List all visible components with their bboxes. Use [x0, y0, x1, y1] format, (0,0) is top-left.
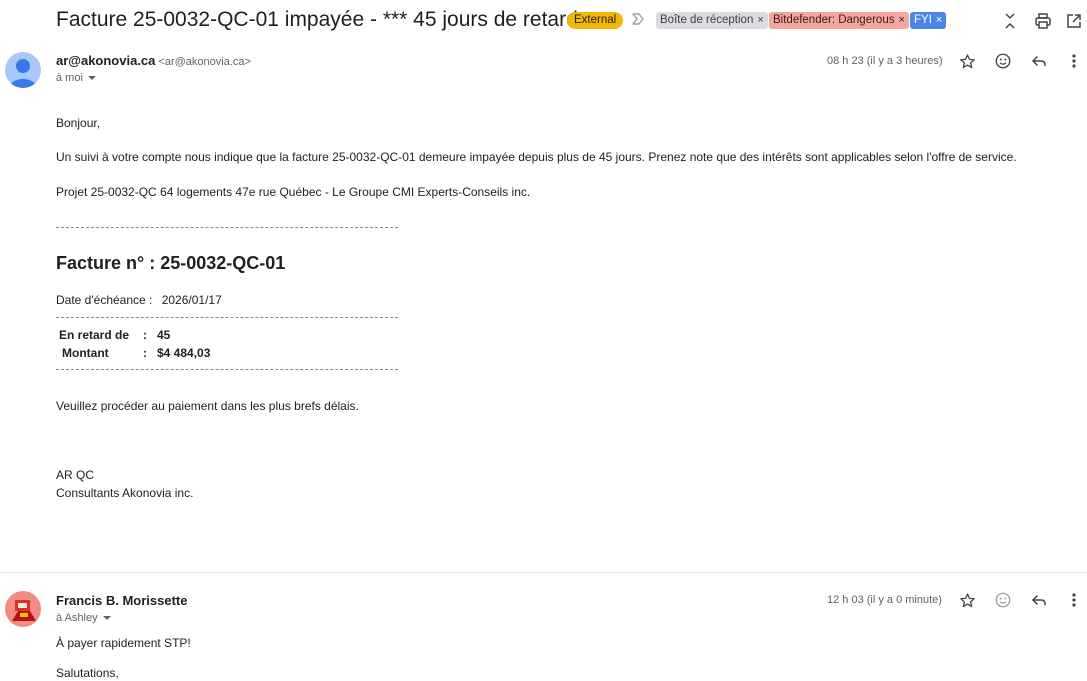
add-reaction-icon[interactable] [992, 589, 1014, 611]
paragraph-main: Un suivi à votre compte nous indique que… [56, 150, 1017, 164]
message1-recipients[interactable]: à moi [56, 72, 96, 84]
importance-marker-icon[interactable] [631, 12, 645, 31]
more-options-icon[interactable] [1063, 50, 1085, 72]
chevron-down-icon [87, 76, 96, 81]
divider-dashed [56, 317, 398, 318]
late-label: En retard de [59, 328, 130, 342]
label-inbox[interactable]: Boîte de réception × [656, 12, 768, 29]
sender-email: <ar@akonovia.ca> [158, 56, 251, 68]
amount-value: $4 484,03 [157, 346, 211, 360]
star-icon[interactable] [956, 589, 978, 611]
sender-avatar[interactable] [5, 52, 41, 88]
remove-label-bitdefender-icon[interactable]: × [898, 14, 904, 26]
greeting: Bonjour, [56, 116, 101, 130]
reply-line-2: Salutations, [56, 666, 119, 680]
label-external: External [567, 12, 624, 29]
sender-avatar[interactable] [5, 591, 41, 627]
label-inbox-text: Boîte de réception [660, 14, 754, 26]
divider-dashed [56, 369, 398, 370]
reply-line-1: À payer rapidement STP! [56, 636, 191, 650]
invoice-title: Facture n° : 25-0032-QC-01 [56, 253, 286, 273]
chevron-down-icon [102, 616, 111, 621]
payment-request: Veuillez procéder au paiement dans les p… [56, 399, 359, 413]
collapse-all-icon[interactable] [999, 10, 1021, 32]
message2-recipients[interactable]: à Ashley [56, 612, 111, 624]
message2-sender[interactable]: Francis B. Morissette [56, 593, 188, 608]
late-value: 45 [157, 328, 171, 342]
signature-line-1: AR QC [56, 468, 95, 482]
add-reaction-icon[interactable] [992, 50, 1014, 72]
late-colon: : [143, 328, 147, 342]
message1-time: 08 h 23 (il y a 3 heures) [827, 55, 943, 67]
recipient-text: à moi [56, 72, 83, 84]
signature-line-2: Consultants Akonovia inc. [56, 486, 194, 500]
reply-icon[interactable] [1028, 50, 1050, 72]
label-bitdefender-text: Bitdefender: Dangerous [773, 14, 895, 26]
open-new-window-icon[interactable] [1063, 10, 1085, 32]
message1-sender[interactable]: ar@akonovia.ca <ar@akonovia.ca> [56, 53, 251, 68]
due-date-row: Date d'échéance : 2026/01/17 [56, 293, 222, 307]
due-date-value: 2026/01/17 [161, 293, 222, 307]
print-icon[interactable] [1032, 10, 1054, 32]
remove-label-inbox-icon[interactable]: × [757, 14, 763, 26]
message-separator [0, 572, 1087, 573]
label-fyi[interactable]: FYI × [910, 12, 947, 29]
star-icon[interactable] [956, 50, 978, 72]
project-line: Projet 25-0032-QC 64 logements 47e rue Q… [56, 185, 531, 199]
email-subject: Facture 25-0032-QC-01 impayée - *** 45 j… [56, 8, 578, 31]
reply-icon[interactable] [1028, 589, 1050, 611]
due-date-label: Date d'échéance : [56, 293, 153, 307]
label-fyi-text: FYI [914, 14, 932, 26]
amount-colon: : [143, 346, 147, 360]
sender-name: ar@akonovia.ca [56, 53, 156, 68]
amount-label: Montant [62, 346, 109, 360]
remove-label-fyi-icon[interactable]: × [936, 14, 942, 26]
recipient-text: à Ashley [56, 612, 98, 624]
message2-time: 12 h 03 (il y a 0 minute) [827, 594, 942, 606]
more-options-icon[interactable] [1063, 589, 1085, 611]
label-bitdefender[interactable]: Bitdefender: Dangerous × [769, 12, 909, 29]
divider-dashed [56, 227, 398, 228]
